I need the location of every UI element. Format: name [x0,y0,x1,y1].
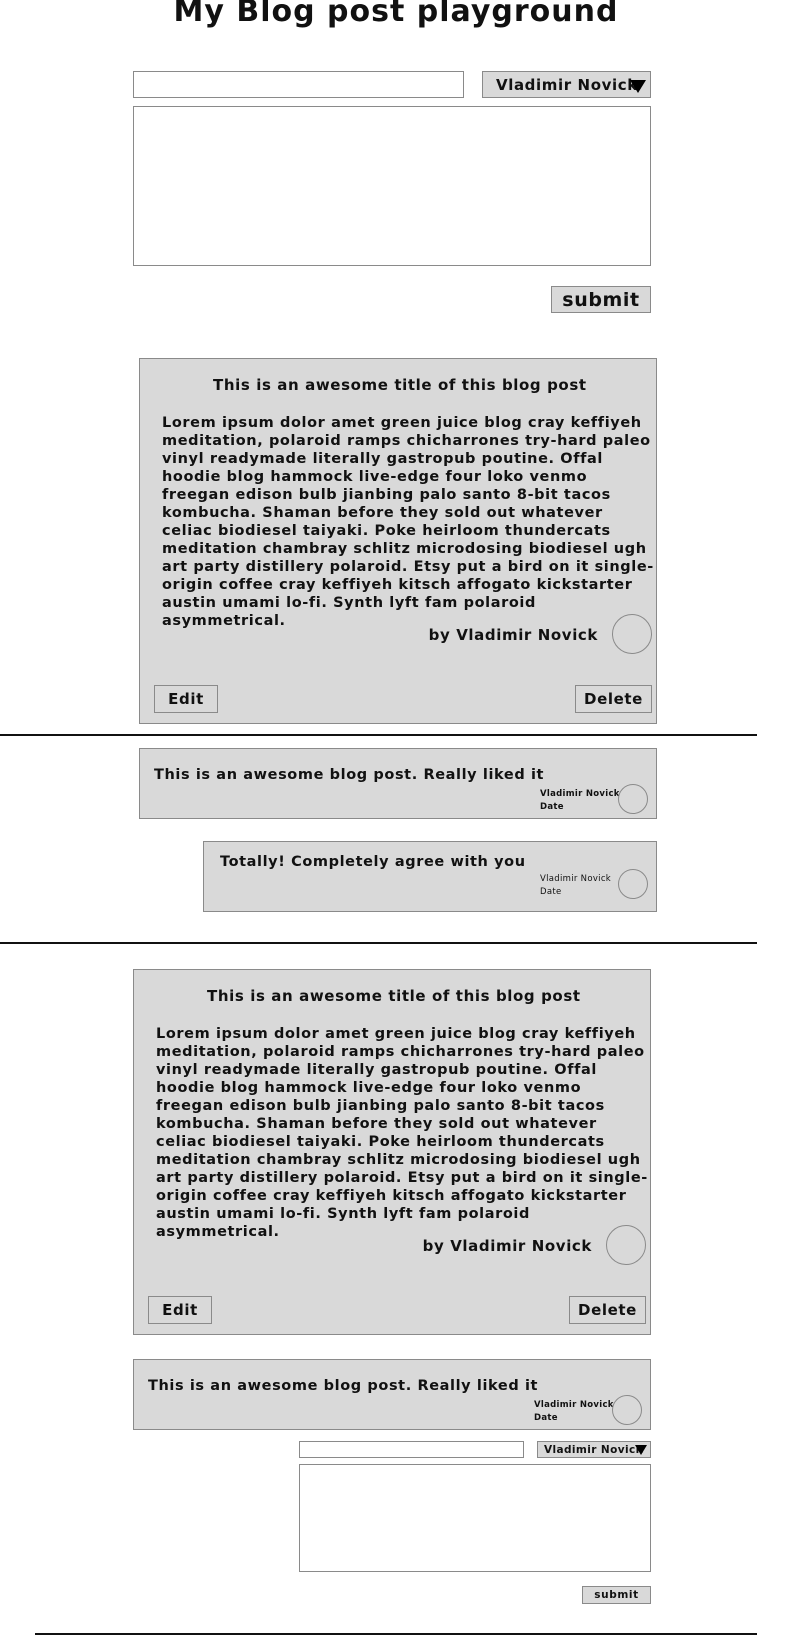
reply-author-select[interactable]: Vladimir Novick [537,1441,651,1458]
delete-button[interactable]: Delete [575,685,652,713]
reply-body-textarea[interactable] [299,1464,651,1572]
author-select-value: Vladimir Novick [496,75,638,94]
avatar [612,1395,642,1425]
chevron-down-icon [630,80,646,93]
delete-button[interactable]: Delete [569,1296,646,1324]
post-body: Lorem ipsum dolor amet green juice blog … [162,415,654,629]
page-title: My Blog post playground [173,0,619,29]
avatar [618,869,648,899]
reply-title-input[interactable] [299,1441,524,1458]
comment-card: This is an awesome blog post. Really lik… [133,1359,651,1430]
divider [0,734,757,736]
comment-text: Totally! Completely agree with you [220,854,526,870]
edit-button[interactable]: Edit [148,1296,212,1324]
post-title: This is an awesome title of this blog po… [207,987,581,1005]
comment-text: This is an awesome blog post. Really lik… [148,1378,539,1394]
comment-date: Date [534,1413,558,1423]
edit-button[interactable]: Edit [154,685,218,713]
comment-text: This is an awesome blog post. Really lik… [154,767,545,783]
reply-author-select-value: Vladimir Novick [544,1443,643,1456]
comment-card: Totally! Completely agree with you Vladi… [203,841,657,912]
post-title-input[interactable] [133,71,464,98]
blog-post-card: This is an awesome title of this blog po… [139,358,657,724]
comment-author: Vladimir Novick [534,1400,614,1410]
post-author: by Vladimir Novick [422,1237,592,1255]
post-body: Lorem ipsum dolor amet green juice blog … [156,1026,648,1240]
comment-author: Vladimir Novick [540,789,620,799]
submit-button[interactable]: submit [551,286,651,313]
reply-submit-button[interactable]: submit [582,1586,651,1604]
comment-date: Date [540,802,564,812]
avatar [606,1225,646,1265]
comment-card: This is an awesome blog post. Really lik… [139,748,657,819]
post-author: by Vladimir Novick [428,626,598,644]
comment-date: Date [540,887,562,897]
chevron-down-icon [635,1445,647,1455]
blog-post-card: This is an awesome title of this blog po… [133,969,651,1335]
post-title: This is an awesome title of this blog po… [213,376,587,394]
divider [0,942,757,944]
divider [35,1633,757,1635]
comment-author: Vladimir Novick [540,874,612,884]
avatar [618,784,648,814]
author-select[interactable]: Vladimir Novick [482,71,651,98]
avatar [612,614,652,654]
post-body-textarea[interactable] [133,106,651,266]
